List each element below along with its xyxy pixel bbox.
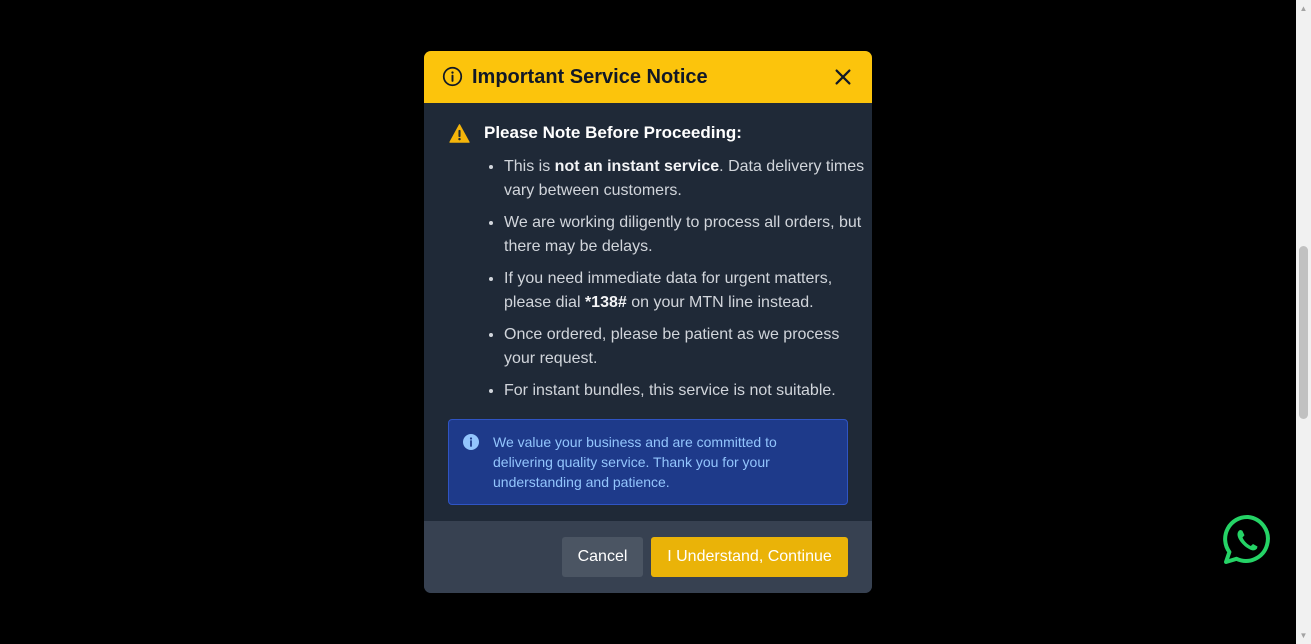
page-backdrop: Important Service Notice Please Note Bef…	[0, 0, 1296, 644]
info-text: We value your business and are committed…	[493, 434, 777, 490]
scrollbar[interactable]: ▲ ▼	[1296, 0, 1311, 644]
info-icon	[463, 434, 479, 450]
info-circle-icon	[442, 66, 463, 87]
modal-header: Important Service Notice	[424, 51, 872, 103]
info-box: We value your business and are committed…	[448, 419, 848, 505]
list-item: This is not an instant service. Data del…	[504, 155, 872, 203]
list-item: Once ordered, please be patient as we pr…	[504, 323, 872, 371]
list-item: If you need immediate data for urgent ma…	[504, 267, 872, 315]
continue-button[interactable]: I Understand, Continue	[651, 537, 848, 577]
list-item: We are working diligently to process all…	[504, 211, 872, 259]
service-notice-modal: Important Service Notice Please Note Bef…	[424, 51, 872, 593]
scroll-down-arrow-icon[interactable]: ▼	[1296, 627, 1311, 644]
note-heading: Please Note Before Proceeding:	[484, 123, 742, 142]
list-item: For instant bundles, this service is not…	[504, 379, 872, 403]
modal-title: Important Service Notice	[472, 66, 708, 88]
close-icon[interactable]	[832, 66, 854, 88]
notice-list: This is not an instant service. Data del…	[484, 155, 872, 411]
whatsapp-icon[interactable]	[1222, 514, 1274, 566]
scroll-up-arrow-icon[interactable]: ▲	[1296, 0, 1311, 17]
cancel-button[interactable]: Cancel	[562, 537, 643, 577]
warning-triangle-icon	[449, 124, 470, 143]
modal-footer: Cancel I Understand, Continue	[424, 521, 872, 593]
scroll-thumb[interactable]	[1299, 246, 1308, 419]
